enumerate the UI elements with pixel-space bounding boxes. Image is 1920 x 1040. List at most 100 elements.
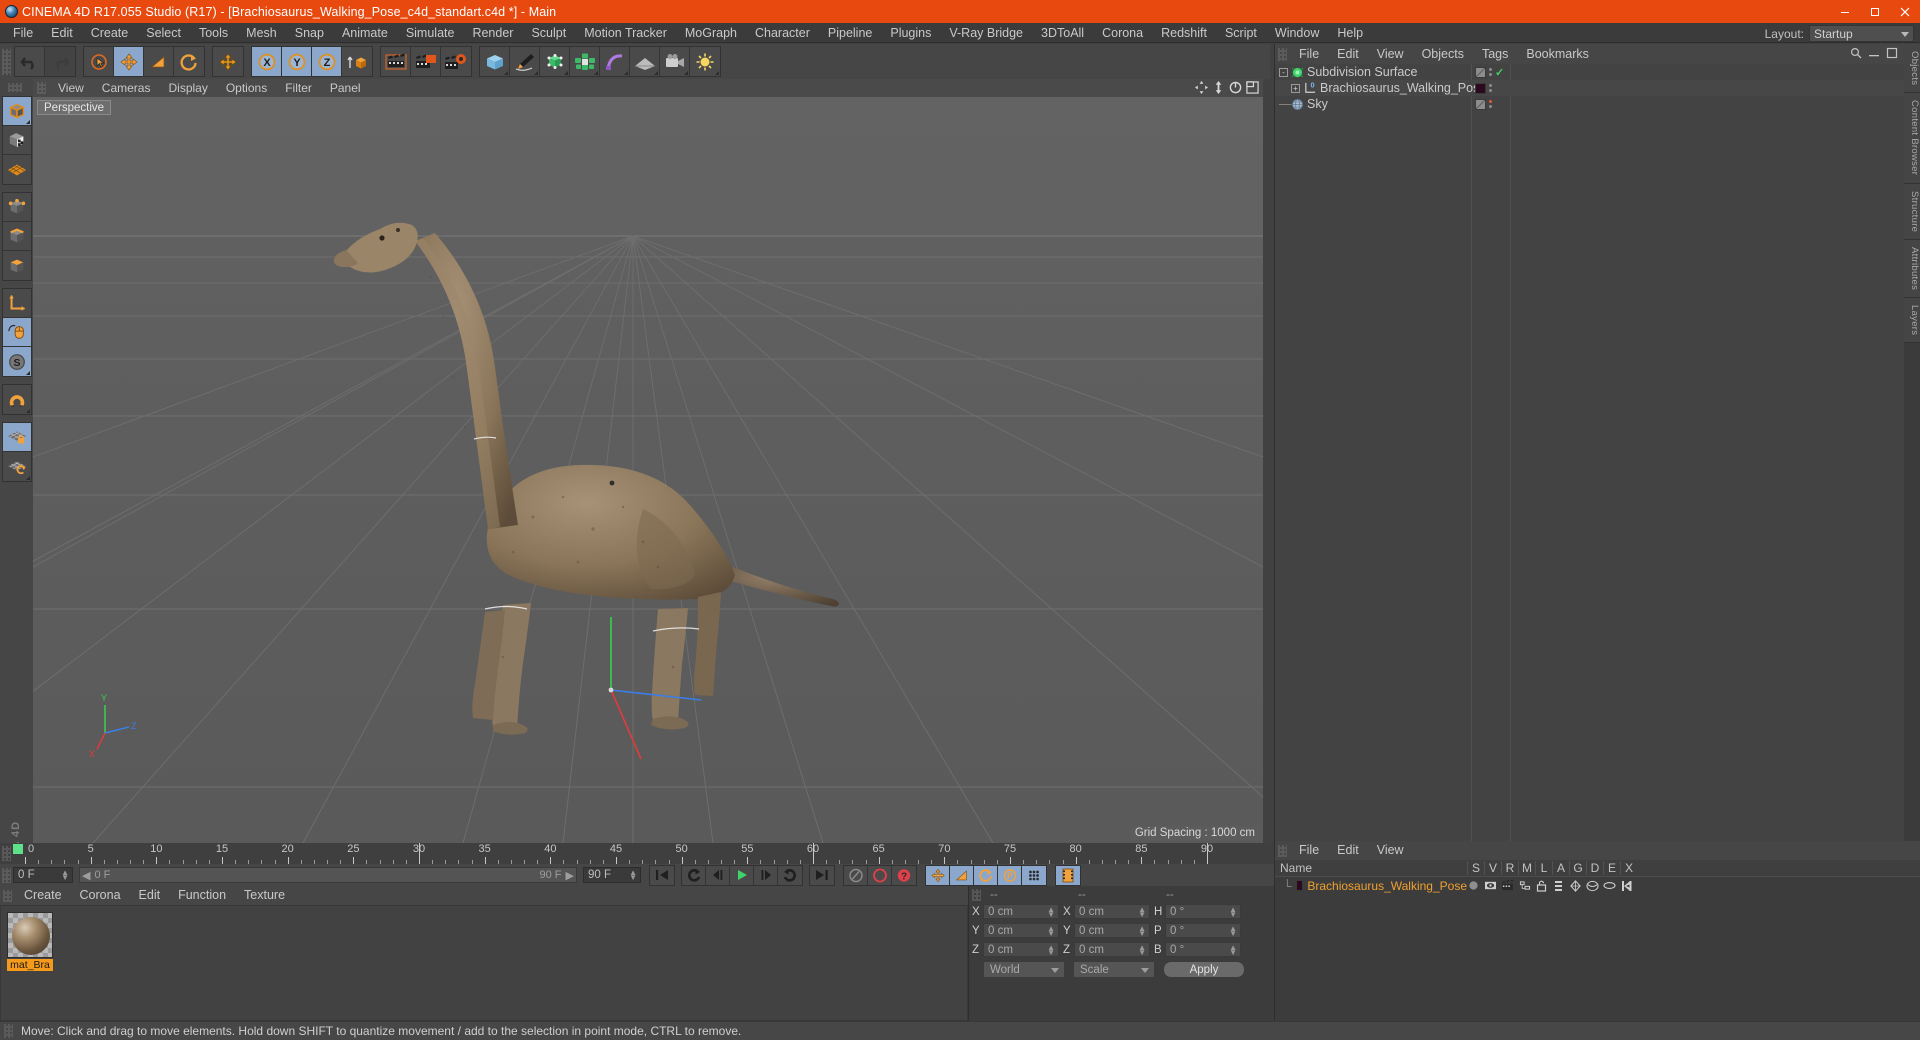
render-settings-button[interactable] xyxy=(441,47,471,76)
range-right-arrow-icon[interactable]: ▶ xyxy=(566,869,574,882)
rotation-field[interactable]: 0 ° ▲ ▼ xyxy=(1165,923,1241,938)
deformers-icon[interactable] xyxy=(1586,880,1599,892)
timeline-bar-grip[interactable] xyxy=(2,867,11,883)
solo-dot-icon[interactable] xyxy=(1467,880,1480,891)
viewport-pan-icon[interactable] xyxy=(1195,81,1208,94)
object-manager-menu-tags[interactable]: Tags xyxy=(1473,44,1517,64)
render-region-button[interactable] xyxy=(411,47,441,76)
spinner-icon[interactable]: ▲ ▼ xyxy=(1229,906,1237,919)
layer-column-R[interactable]: R xyxy=(1501,861,1518,875)
size-field[interactable]: 0 cm ▲ ▼ xyxy=(1074,942,1150,957)
timeline-button[interactable] xyxy=(1056,865,1080,885)
object-manager-menu-bookmarks[interactable]: Bookmarks xyxy=(1517,44,1598,64)
viewport-solo-button[interactable]: S xyxy=(2,347,31,376)
viewport-menu-panel[interactable]: Panel xyxy=(321,79,370,97)
world-object-axis-toggle[interactable] xyxy=(342,47,372,76)
add-light-button[interactable] xyxy=(690,47,720,76)
object-row[interactable]: — Sky xyxy=(1275,96,1920,112)
material-item[interactable]: mat_Bra xyxy=(7,912,53,971)
viewport-maximize-icon[interactable] xyxy=(1246,81,1259,94)
render-icon[interactable] xyxy=(1501,880,1514,891)
add-camera-button[interactable] xyxy=(660,47,690,76)
menu-item-motion-tracker[interactable]: Motion Tracker xyxy=(575,23,676,43)
go-to-start-button[interactable] xyxy=(650,865,674,885)
material-menu-edit[interactable]: Edit xyxy=(130,886,170,905)
object-manager-menu-edit[interactable]: Edit xyxy=(1328,44,1368,64)
record-scale-button[interactable] xyxy=(950,865,974,885)
move-axis-tool[interactable] xyxy=(213,47,243,76)
current-frame-field[interactable]: 0 F ▲ ▼ xyxy=(13,867,73,883)
viewport-menu-display[interactable]: Display xyxy=(159,79,216,97)
record-active-objects-button[interactable] xyxy=(868,865,892,885)
enabled-check-icon[interactable]: ✓ xyxy=(1495,66,1504,79)
expander-toggle[interactable]: + xyxy=(1291,83,1300,93)
object-row[interactable]: - Subdivision Surface ✓ xyxy=(1275,64,1920,80)
coordinate-system-dropdown[interactable]: World xyxy=(983,961,1065,978)
autokeying-button[interactable] xyxy=(844,865,868,885)
object-manager-menu-view[interactable]: View xyxy=(1368,44,1413,64)
manager-icon[interactable] xyxy=(1518,880,1531,891)
menu-item-render[interactable]: Render xyxy=(463,23,522,43)
menu-item-edit[interactable]: Edit xyxy=(42,23,82,43)
timeline-ruler[interactable]: 051015202530354045505560657075808590 xyxy=(0,843,1274,864)
texture-mode-button[interactable] xyxy=(2,126,31,155)
left-toolbar-grip[interactable] xyxy=(8,83,22,92)
layer-color-swatch[interactable] xyxy=(1295,880,1304,891)
dock-tab-structure[interactable]: Structure xyxy=(1904,183,1920,240)
range-left-arrow-icon[interactable]: ◀ xyxy=(82,869,90,882)
display-swatch-icon[interactable] xyxy=(1475,66,1486,78)
dock-tab-content-browser[interactable]: Content Browser xyxy=(1904,93,1920,184)
go-to-end-button[interactable] xyxy=(810,865,834,885)
menu-item-v-ray-bridge[interactable]: V-Ray Bridge xyxy=(940,23,1032,43)
add-cube-button[interactable] xyxy=(480,47,510,76)
scale-tool[interactable] xyxy=(144,47,174,76)
model-mode-button[interactable] xyxy=(2,97,31,126)
viewport-rotate-icon[interactable] xyxy=(1229,81,1242,94)
viewport-canvas[interactable]: Perspective Y Z X Grid Spacing: 1000 cm xyxy=(33,97,1263,843)
menu-item-script[interactable]: Script xyxy=(1216,23,1266,43)
material-menu-create[interactable]: Create xyxy=(15,886,71,905)
timeline-grip[interactable] xyxy=(2,846,11,861)
layer-column-S[interactable]: S xyxy=(1467,861,1484,875)
menu-item-tools[interactable]: Tools xyxy=(190,23,237,43)
record-pla-button[interactable] xyxy=(1022,865,1046,885)
y-axis-lock[interactable]: Y xyxy=(282,47,312,76)
object-manager-list[interactable]: - Subdivision Surface ✓ +0 Brachiosaurus_Wal… xyxy=(1275,64,1920,841)
menu-item-redshift[interactable]: Redshift xyxy=(1152,23,1216,43)
menu-item-character[interactable]: Character xyxy=(746,23,819,43)
enable-axis-modification-button[interactable] xyxy=(2,318,31,347)
render-view-button[interactable] xyxy=(381,47,411,76)
spinner-icon[interactable]: ▲ ▼ xyxy=(1138,944,1146,957)
add-bend-deformer-button[interactable] xyxy=(600,47,630,76)
layer-row[interactable]: └ Brachiosaurus_Walking_Pose xyxy=(1275,877,1920,894)
menu-item-snap[interactable]: Snap xyxy=(286,23,333,43)
step-forward-button[interactable] xyxy=(754,865,778,885)
apply-button[interactable]: Apply xyxy=(1163,961,1245,978)
menu-item-corona[interactable]: Corona xyxy=(1093,23,1152,43)
size-field[interactable]: 0 cm ▲ ▼ xyxy=(1074,923,1150,938)
xref-icon[interactable] xyxy=(1620,880,1633,892)
dock-tab-attributes[interactable]: Attributes xyxy=(1904,239,1920,298)
layer-column-A[interactable]: A xyxy=(1552,861,1569,875)
viewport-menu-options[interactable]: Options xyxy=(217,79,276,97)
material-menu-texture[interactable]: Texture xyxy=(235,886,294,905)
material-menu-function[interactable]: Function xyxy=(169,886,235,905)
spinner-icon[interactable]: ▲ ▼ xyxy=(629,869,637,882)
enable-snap-button[interactable] xyxy=(2,385,31,414)
display-swatch-icon[interactable] xyxy=(1475,98,1486,110)
layer-column-D[interactable]: D xyxy=(1586,861,1603,875)
menu-item-plugins[interactable]: Plugins xyxy=(881,23,940,43)
spinner-icon[interactable]: ▲ ▼ xyxy=(1138,906,1146,919)
workplane-toggle-button[interactable] xyxy=(2,452,31,481)
record-rotation-button[interactable] xyxy=(974,865,998,885)
menu-item-select[interactable]: Select xyxy=(137,23,190,43)
expressions-icon[interactable] xyxy=(1603,880,1616,891)
material-manager-grip[interactable] xyxy=(3,889,12,902)
previous-keyframe-button[interactable] xyxy=(682,865,706,885)
rotation-field[interactable]: 0 ° ▲ ▼ xyxy=(1165,904,1241,919)
material-list[interactable]: mat_Bra xyxy=(0,905,968,1021)
dock-tab-objects[interactable]: Objects xyxy=(1904,44,1920,94)
points-mode-button[interactable] xyxy=(2,193,31,222)
layer-menu-view[interactable]: View xyxy=(1368,841,1413,860)
menu-item-create[interactable]: Create xyxy=(82,23,138,43)
